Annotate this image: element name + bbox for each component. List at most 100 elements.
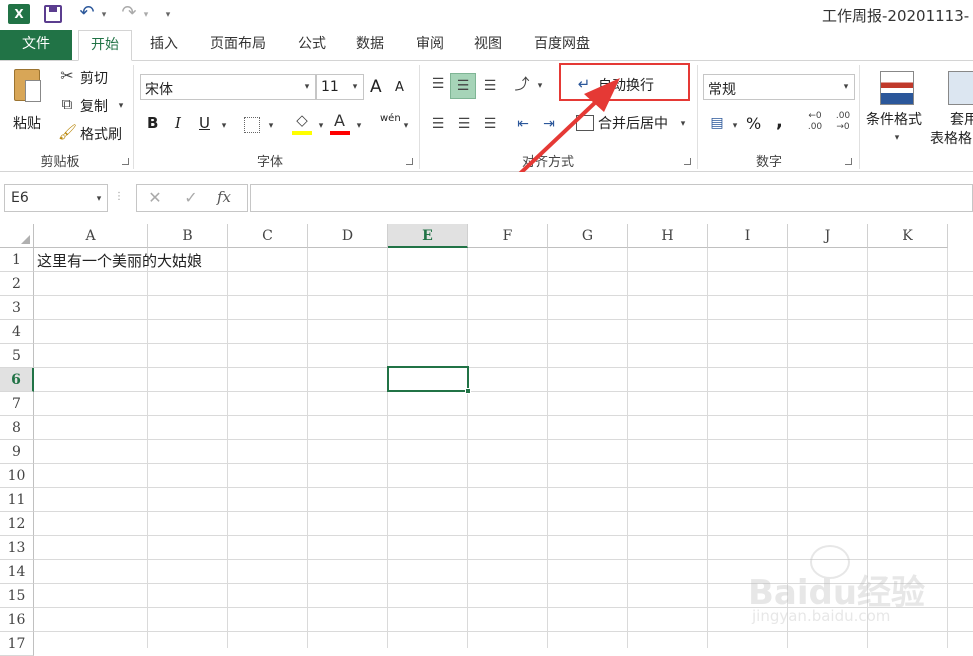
align-middle-button[interactable]: ☰ [450,73,476,99]
row-header-14[interactable]: 14 [0,560,34,584]
align-left-icon[interactable]: ☰ [428,115,448,133]
excel-logo-icon: X [8,4,30,24]
tab-file[interactable]: 文件 [0,30,72,60]
comma-button[interactable]: , [776,111,783,132]
tab-baidu-netdisk[interactable]: 百度网盘 [522,30,602,60]
redo-dropdown-icon[interactable]: ▾ [141,6,151,24]
accounting-format-icon[interactable]: ▤ [706,114,728,132]
format-as-table-button[interactable]: 套用 表格格 [930,67,973,151]
percent-button[interactable]: % [746,114,761,133]
insert-function-icon[interactable]: fx [217,188,231,206]
tab-review[interactable]: 审阅 [406,30,454,60]
column-header-a[interactable]: A [34,224,148,248]
row-header-6[interactable]: 6 [0,368,34,392]
formula-input[interactable] [250,184,973,212]
column-header-f[interactable]: F [468,224,548,248]
grow-font-button[interactable]: A [370,77,382,97]
conditional-formatting-label: 条件格式 [866,112,922,128]
name-box-value: E6 [11,190,29,206]
row-header-4[interactable]: 4 [0,320,34,344]
number-format-select[interactable]: 常规 ▾ [703,74,855,100]
font-size-select[interactable]: 11 ▾ [316,74,364,100]
fill-color-dropdown-icon[interactable]: ▾ [316,117,326,135]
row-header-8[interactable]: 8 [0,416,34,440]
select-all-corner[interactable] [0,224,34,248]
fill-color-icon[interactable]: ◇ [292,111,312,129]
paste-button[interactable]: 粘贴 [8,67,50,137]
tab-insert[interactable]: 插入 [138,30,190,60]
row-header-5[interactable]: 5 [0,344,34,368]
font-color-icon[interactable]: A [334,111,345,130]
tab-home[interactable]: 开始 [78,30,132,61]
row-header-13[interactable]: 13 [0,536,34,560]
phonetic-dropdown-icon[interactable]: ▾ [401,117,411,135]
font-dialog-launcher[interactable] [406,158,413,165]
conditional-formatting-button[interactable]: 条件格式 ▾ [864,67,930,151]
row-header-12[interactable]: 12 [0,512,34,536]
row-header-3[interactable]: 3 [0,296,34,320]
copy-button[interactable]: 复制 [80,96,108,116]
cut-button[interactable]: 剪切 [80,68,108,88]
active-cell-e6[interactable] [387,366,471,394]
row-header-15[interactable]: 15 [0,584,34,608]
align-center-icon[interactable]: ☰ [454,115,474,133]
decrease-decimal-icon[interactable]: .00 →0 [832,111,854,133]
chevron-down-icon: ▾ [96,194,102,204]
column-header-g[interactable]: G [548,224,628,248]
clipboard-dialog-launcher[interactable] [122,158,129,165]
align-top-icon[interactable]: ☰ [428,75,448,93]
format-painter-button[interactable]: 格式刷 [80,124,122,144]
cancel-icon[interactable]: ✕ [145,189,165,207]
column-header-e[interactable]: E [388,224,468,248]
name-box[interactable]: E6 ▾ [4,184,108,212]
row-header-1[interactable]: 1 [0,248,34,272]
fill-handle[interactable] [465,388,471,394]
tab-data[interactable]: 数据 [346,30,394,60]
font-size-value: 11 [321,79,339,95]
accounting-dropdown-icon[interactable]: ▾ [730,117,740,135]
column-header-d[interactable]: D [308,224,388,248]
row-header-2[interactable]: 2 [0,272,34,296]
align-middle-icon: ☰ [456,78,470,94]
row-header-16[interactable]: 16 [0,608,34,632]
alignment-dialog-launcher[interactable] [684,158,691,165]
borders-dropdown-icon[interactable]: ▾ [266,117,276,135]
row-header-17[interactable]: 17 [0,632,34,656]
tab-formulas[interactable]: 公式 [288,30,336,60]
redo-icon[interactable]: ↷ [118,4,140,22]
save-icon[interactable] [44,5,62,23]
font-color-dropdown-icon[interactable]: ▾ [354,117,364,135]
customize-qat-icon[interactable]: ▾ [162,6,174,24]
tab-view[interactable]: 视图 [464,30,512,60]
column-header-b[interactable]: B [148,224,228,248]
row-header-7[interactable]: 7 [0,392,34,416]
undo-dropdown-icon[interactable]: ▾ [99,6,109,24]
font-name-select[interactable]: 宋体 ▾ [140,74,316,100]
more-options-icon[interactable]: ⋮ [114,188,124,206]
column-header-h[interactable]: H [628,224,708,248]
group-label-font: 字体 [256,155,283,170]
increase-decimal-icon[interactable]: ←0.00 [804,111,826,133]
row-header-11[interactable]: 11 [0,488,34,512]
shrink-font-button[interactable]: A [395,80,404,95]
phonetic-guide-button[interactable]: wén [380,113,401,124]
bold-button[interactable]: B [147,114,158,132]
column-header-c[interactable]: C [228,224,308,248]
italic-button[interactable]: I [175,114,181,132]
format-as-table-icon [948,71,973,105]
column-header-k[interactable]: K [868,224,948,248]
row-header-10[interactable]: 10 [0,464,34,488]
column-header-j[interactable]: J [788,224,868,248]
row-header-9[interactable]: 9 [0,440,34,464]
underline-dropdown-icon[interactable]: ▾ [219,117,229,135]
borders-icon[interactable] [244,117,260,133]
underline-button[interactable]: U [199,114,210,132]
cell-a1[interactable]: 这里有一个美丽的大姑娘 [37,249,202,273]
tab-page-layout[interactable]: 页面布局 [198,30,278,60]
undo-icon[interactable]: ↶ [76,4,98,22]
number-dialog-launcher[interactable] [845,158,852,165]
confirm-icon[interactable]: ✓ [181,189,201,207]
column-header-i[interactable]: I [708,224,788,248]
copy-icon: ⧉ [61,95,73,113]
copy-dropdown-icon[interactable]: ▾ [116,97,126,115]
